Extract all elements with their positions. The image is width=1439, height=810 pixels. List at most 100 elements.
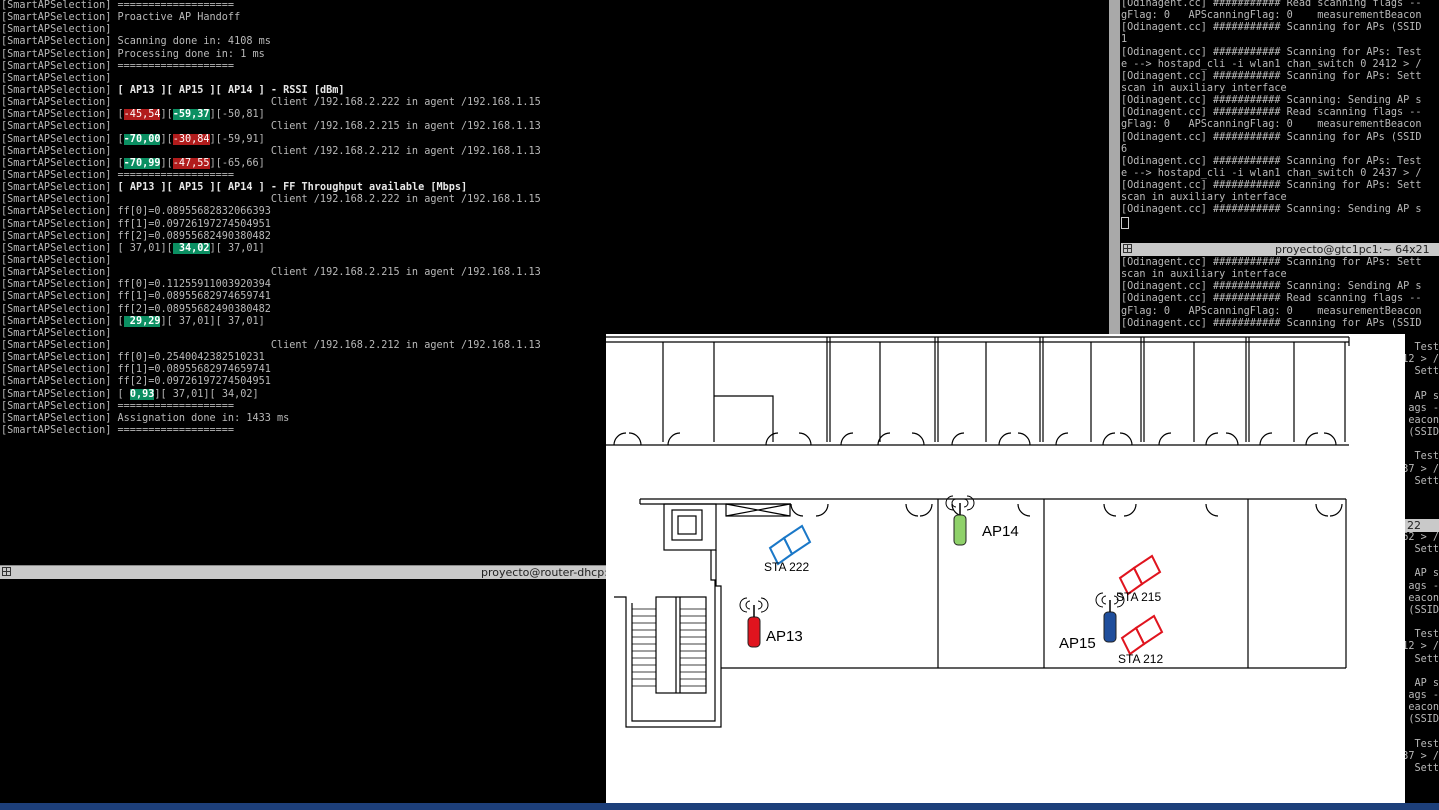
terminal-line: gFlag: 0 APScanningFlag: 0 measurementBe… xyxy=(1121,119,1422,131)
terminal-fragment: Sett xyxy=(1414,762,1439,774)
access-point-label: AP14 xyxy=(982,523,1019,540)
terminal-line: [Odinagent.cc] ########### Read scanning… xyxy=(1121,0,1422,9)
floor-plan-image: AP13 AP14 AP15 STA 222 STA 215 STA 212 xyxy=(606,334,1405,803)
highlighted-value: -70,00 xyxy=(123,133,161,145)
bottom-right-terminal-titlebar[interactable]: 22 xyxy=(1405,519,1439,532)
station-label: STA 215 xyxy=(1116,590,1161,604)
access-point-ap13-icon: AP13 xyxy=(739,597,803,648)
terminal-text: [SmartAPSelection] Client /192.168.2.212… xyxy=(1,339,541,351)
terminal-text: ][ 37,01][ 37,01] xyxy=(160,315,265,327)
odinagent-terminal-top[interactable]: [Odinagent.cc] ########### Read scanning… xyxy=(1121,0,1439,239)
terminal-text: [SmartAPSelection] xyxy=(1,327,112,339)
highlighted-value: 0,93 xyxy=(129,388,155,400)
terminal-line: [Odinagent.cc] ########### Scanning: Sen… xyxy=(1121,281,1422,293)
terminal-text: [SmartAPSelection] [ 37,01][ xyxy=(1,242,173,254)
terminal-line: [Odinagent.cc] ########### Scanning for … xyxy=(1121,317,1422,329)
terminal-fragment: AP s xyxy=(1414,390,1439,402)
terminal-text: [SmartAPSelection] =================== xyxy=(1,169,235,181)
terminal-text: ][ xyxy=(160,109,173,121)
terminal-text: [SmartAPSelection] Client /192.168.2.212… xyxy=(1,145,541,157)
terminal-line: [SmartAPSelection] =================== xyxy=(1,170,1109,182)
terminal-line: e --> hostapd_cli -i wlan1 chan_switch 0… xyxy=(1121,167,1422,179)
gtc1pc1-terminal-title: proyecto@gtc1pc1:~ 64x21 xyxy=(1275,243,1430,256)
terminal-text: [SmartAPSelection] xyxy=(1,84,118,96)
terminal-fragment: 37 > / xyxy=(1402,463,1439,475)
window-menu-icon[interactable] xyxy=(1123,244,1132,253)
terminal-text: [SmartAPSelection] Client /192.168.2.222… xyxy=(1,194,541,206)
terminal-cursor-line xyxy=(1121,216,1439,229)
terminal-line: [Odinagent.cc] ########### Read scanning… xyxy=(1121,293,1422,305)
terminal-text: [SmartAPSelection] ff[2]=0.0895568249038… xyxy=(1,230,271,242)
terminal-line: [SmartAPSelection] Processing done in: 1… xyxy=(1,49,1109,61)
terminal-line: [SmartAPSelection] xyxy=(1,24,1109,36)
terminal-fragment: (SSID xyxy=(1408,604,1439,616)
terminal-text: ][-59,91] xyxy=(209,133,265,145)
terminal-fragment: Sett xyxy=(1414,475,1439,487)
terminal-text: [SmartAPSelection] ff[2]=0.0972619727450… xyxy=(1,376,271,388)
terminal-line: [SmartAPSelection] [-70,99][-47,55][-65,… xyxy=(1,157,1109,170)
terminal-line: [SmartAPSelection] =================== xyxy=(1,0,1109,12)
terminal-text: [SmartAPSelection] ff[1]=0.0972619727450… xyxy=(1,218,271,230)
highlighted-value: -47,55 xyxy=(172,157,210,169)
terminal-line: [SmartAPSelection] ff[1]=0.0895568297465… xyxy=(1,291,1109,303)
window-menu-icon[interactable] xyxy=(2,567,11,576)
terminal-fragment: Test xyxy=(1414,738,1439,750)
terminal-line: [SmartAPSelection] [ 29,29][ 37,01][ 37,… xyxy=(1,315,1109,328)
terminal-text: [SmartAPSelection] xyxy=(1,24,112,36)
bottom-right-terminal-title: 22 xyxy=(1407,519,1421,532)
station-laptop-icon xyxy=(768,524,812,566)
terminal-text: [SmartAPSelection] ff[2]=0.0895568249038… xyxy=(1,303,271,315)
terminal-fragment: AP s xyxy=(1414,677,1439,689)
terminal-text: ][ xyxy=(160,133,173,145)
terminal-text: ][ 37,01] xyxy=(209,242,265,254)
odinagent-terminal-bottom[interactable]: 62 > / Sett AP s ags - eacon (SSID Test 12 > / S… xyxy=(1405,532,1439,803)
highlighted-value: -45,54 xyxy=(123,109,161,121)
terminal-fragment: eacon xyxy=(1408,414,1439,426)
terminal-line: [SmartAPSelection] ff[0]=0.1125591100392… xyxy=(1,279,1109,291)
terminal-fragment: 62 > / xyxy=(1405,532,1439,543)
terminal-fragment: Test xyxy=(1414,629,1439,641)
terminal-line: [Odinagent.cc] ########### Read scanning… xyxy=(1121,107,1422,119)
terminal-text: [SmartAPSelection] ff[1]=0.0895568297465… xyxy=(1,364,271,376)
highlighted-value: 29,29 xyxy=(123,315,161,327)
terminal-text: [SmartAPSelection] Client /192.168.2.215… xyxy=(1,121,541,133)
terminal-line: [SmartAPSelection] Client /192.168.2.222… xyxy=(1,97,1109,109)
access-point-label: AP13 xyxy=(766,628,803,645)
terminal-text: [SmartAPSelection] [ xyxy=(1,133,124,145)
router-dhcp-terminal-titlebar[interactable]: proyecto@router-dhcp: ~ xyxy=(0,565,606,579)
access-point-ap14-icon: AP14 xyxy=(945,495,1019,546)
terminal-fragment: eacon xyxy=(1408,702,1439,714)
terminal-text: [SmartAPSelection] =================== xyxy=(1,0,235,11)
terminal-line: [SmartAPSelection] ff[0]=0.0895568283206… xyxy=(1,206,1109,218)
highlighted-value: -59,37 xyxy=(172,109,210,121)
terminal-text: [SmartAPSelection] [ xyxy=(1,388,130,400)
terminal-line: [SmartAPSelection] [-70,00][-30,84][-59,… xyxy=(1,133,1109,146)
terminal-line: scan in auxiliary interface xyxy=(1121,192,1287,204)
station-laptop-icon xyxy=(1120,614,1164,656)
terminal-line: [SmartAPSelection] ff[2]=0.0895568249038… xyxy=(1,231,1109,243)
station-label: STA 222 xyxy=(764,560,809,574)
terminal-text: ][ xyxy=(160,157,173,169)
terminal-line: [Odinagent.cc] ########### Scanning for … xyxy=(1121,22,1422,34)
terminal-fragment: 37 > / xyxy=(1405,750,1439,762)
terminal-line: [SmartAPSelection] xyxy=(1,73,1109,85)
taskbar[interactable] xyxy=(0,803,1439,810)
terminal-text: ][-50,81] xyxy=(209,109,265,121)
terminal-line: [Odinagent.cc] ########### Scanning for … xyxy=(1121,257,1422,268)
terminal-line: [SmartAPSelection] Client /192.168.2.215… xyxy=(1,121,1109,133)
terminal-fragment: Test xyxy=(1414,342,1439,353)
terminal-fragment: 12 > / xyxy=(1402,354,1439,366)
terminal-line: scan in auxiliary interface xyxy=(1121,82,1287,94)
router-dhcp-terminal-title: proyecto@router-dhcp: ~ xyxy=(481,566,606,579)
terminal-line: gFlag: 0 APScanningFlag: 0 measurementBe… xyxy=(1121,10,1422,22)
terminal-line: [Odinagent.cc] ########### Scanning for … xyxy=(1121,131,1422,143)
terminal-line: [SmartAPSelection] =================== xyxy=(1,61,1109,73)
terminal-text: [SmartAPSelection] Client /192.168.2.215… xyxy=(1,267,541,279)
terminal-line: scan in auxiliary interface xyxy=(1121,269,1287,281)
terminal-text: [SmartAPSelection] ff[0]=0.1125591100392… xyxy=(1,279,271,291)
cursor-icon xyxy=(1121,216,1129,229)
terminal-fragment: Sett xyxy=(1414,366,1439,378)
terminal-text: [SmartAPSelection] =================== xyxy=(1,60,235,72)
gtc1pc1-terminal-titlebar[interactable]: proyecto@gtc1pc1:~ 64x21 xyxy=(1121,243,1439,256)
router-dhcp-terminal[interactable] xyxy=(0,579,606,803)
